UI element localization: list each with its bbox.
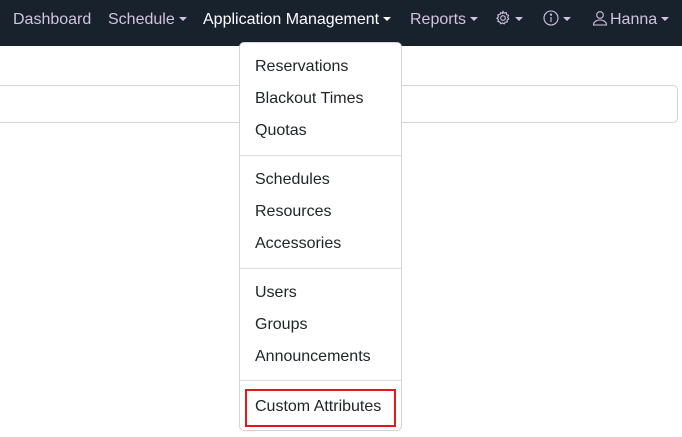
caret-down-icon — [383, 16, 392, 21]
menu-divider — [240, 268, 401, 269]
menu-divider — [240, 380, 401, 381]
nav-application-management[interactable]: Application Management — [203, 0, 392, 40]
menu-item-schedules[interactable]: Schedules — [255, 171, 330, 189]
menu-item-quotas[interactable]: Quotas — [255, 122, 307, 140]
gear-icon — [496, 10, 510, 25]
menu-item-resources[interactable]: Resources — [255, 203, 331, 221]
nav-settings[interactable] — [495, 0, 523, 40]
nav-user-menu[interactable]: Hanna — [592, 0, 670, 40]
nav-dashboard-label: Dashboard — [13, 11, 92, 28]
user-icon — [592, 11, 608, 26]
caret-down-icon — [563, 16, 571, 21]
nav-application-management-label: Application Management — [203, 11, 380, 28]
caret-down-icon — [470, 16, 479, 21]
nav-reports[interactable]: Reports — [410, 0, 479, 40]
menu-item-accessories[interactable]: Accessories — [255, 235, 341, 253]
menu-item-users[interactable]: Users — [255, 284, 297, 302]
caret-down-icon — [178, 16, 187, 21]
menu-item-blackout-times[interactable]: Blackout Times — [255, 90, 363, 108]
nav-help[interactable] — [543, 0, 571, 40]
menu-item-custom-attributes[interactable]: Custom Attributes — [255, 398, 381, 416]
nav-schedule[interactable]: Schedule — [108, 0, 187, 40]
menu-divider — [240, 155, 401, 156]
application-management-dropdown: Reservations Blackout Times Quotas Sched… — [239, 42, 402, 431]
menu-item-groups[interactable]: Groups — [255, 316, 307, 334]
menu-item-announcements[interactable]: Announcements — [255, 348, 371, 366]
nav-dashboard[interactable]: Dashboard — [13, 0, 91, 40]
nav-schedule-label: Schedule — [108, 11, 175, 28]
caret-down-icon — [515, 16, 523, 21]
info-icon — [543, 10, 559, 26]
nav-reports-label: Reports — [410, 11, 467, 28]
top-navbar: Dashboard Schedule Application Managemen… — [0, 0, 682, 46]
menu-item-reservations[interactable]: Reservations — [255, 58, 348, 76]
caret-down-icon — [661, 16, 670, 21]
nav-user-label: Hanna — [610, 11, 658, 28]
